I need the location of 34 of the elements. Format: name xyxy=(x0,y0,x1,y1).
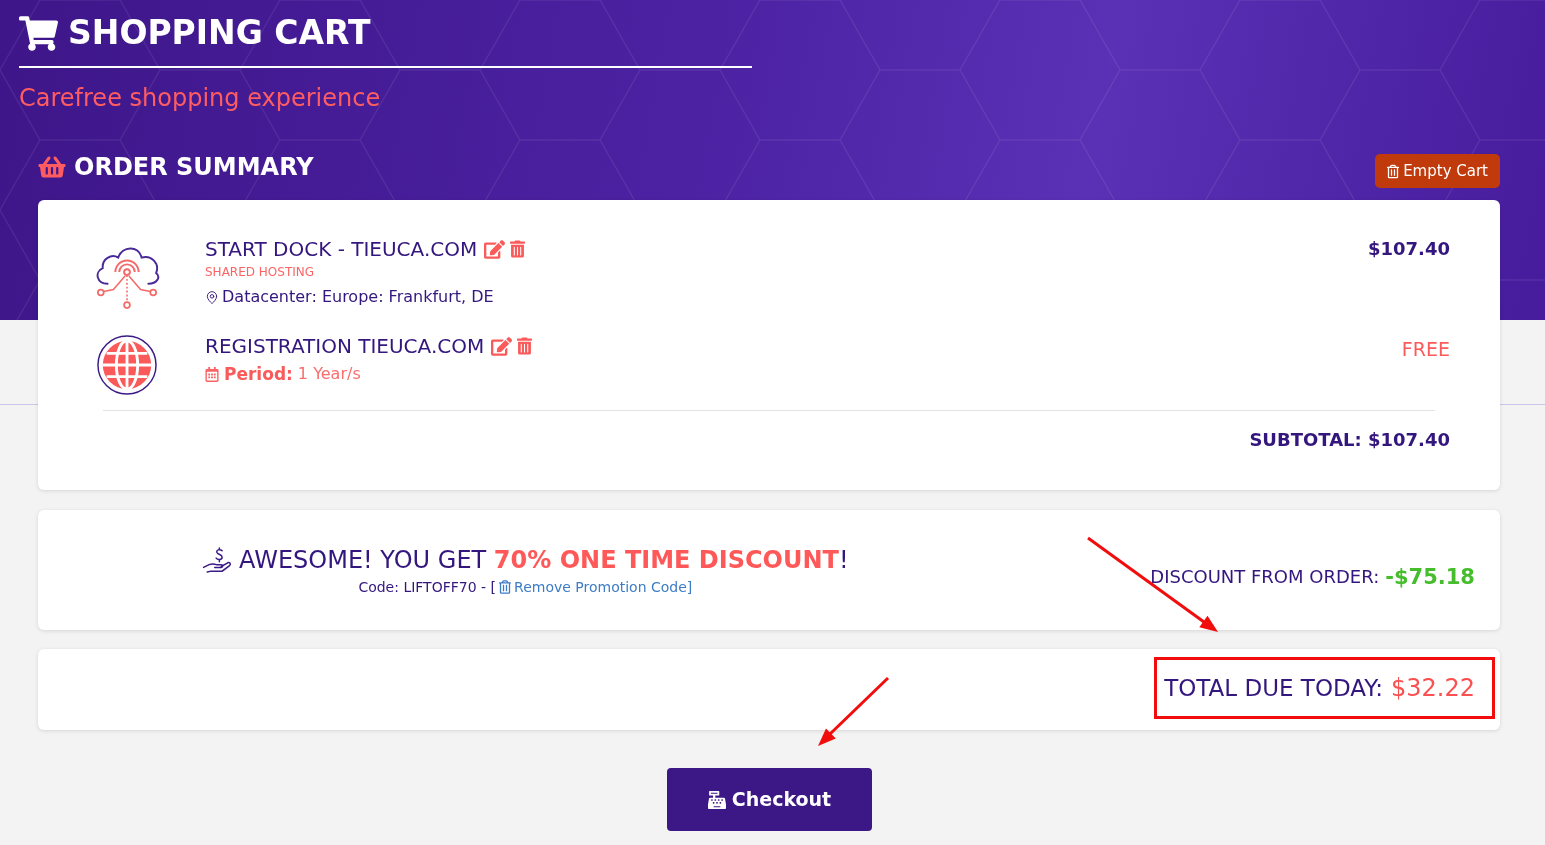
remove-promotion-link[interactable]: Remove Promotion Code] xyxy=(514,577,693,597)
product-title: START DOCK - TIEUCA.COM xyxy=(205,237,478,261)
period-label: Period: xyxy=(224,363,293,385)
location-pin-icon xyxy=(205,289,219,305)
item-price: FREE xyxy=(1401,337,1450,361)
trash-icon xyxy=(1387,163,1400,179)
trash-icon[interactable] xyxy=(517,337,533,355)
datacenter-text: Datacenter: Europe: Frankfurt, DE xyxy=(222,286,494,308)
total-amount: $32.22 xyxy=(1391,673,1475,703)
shopping-cart-icon xyxy=(19,15,58,51)
checkout-button[interactable]: Checkout xyxy=(666,768,872,831)
discount-amount: -$75.18 xyxy=(1385,563,1475,591)
discount-message: AWESOME! YOU GET 70% ONE TIME DISCOUNT! xyxy=(239,545,849,575)
page-title: SHOPPING CART xyxy=(68,13,371,53)
cash-register-icon xyxy=(706,790,727,809)
edit-icon[interactable] xyxy=(484,239,506,259)
empty-cart-button[interactable]: Empty Cart xyxy=(1375,154,1500,188)
hand-dollar-icon xyxy=(202,547,234,573)
discount-label: DISCOUNT FROM ORDER: xyxy=(1150,564,1380,589)
product-title: REGISTRATION TIEUCA.COM xyxy=(205,334,485,358)
globe-icon xyxy=(97,335,157,395)
product-category: SHARED HOSTING xyxy=(205,264,315,280)
edit-icon[interactable] xyxy=(491,336,513,356)
subtotal-text: SUBTOTAL: $107.40 xyxy=(1249,428,1450,452)
period-value: 1 Year/s xyxy=(297,363,361,385)
item-price: $107.40 xyxy=(1368,237,1450,261)
page-subtitle: Carefree shopping experience xyxy=(19,83,381,113)
trash-icon[interactable] xyxy=(499,580,512,594)
promo-code-text: Code: LIFTOFF70 - [ xyxy=(358,578,497,597)
trash-icon[interactable] xyxy=(510,240,526,258)
total-label: TOTAL DUE TODAY: xyxy=(1164,674,1383,703)
calendar-icon xyxy=(205,366,219,382)
basket-icon xyxy=(38,155,66,179)
section-title: ORDER SUMMARY xyxy=(74,152,314,182)
